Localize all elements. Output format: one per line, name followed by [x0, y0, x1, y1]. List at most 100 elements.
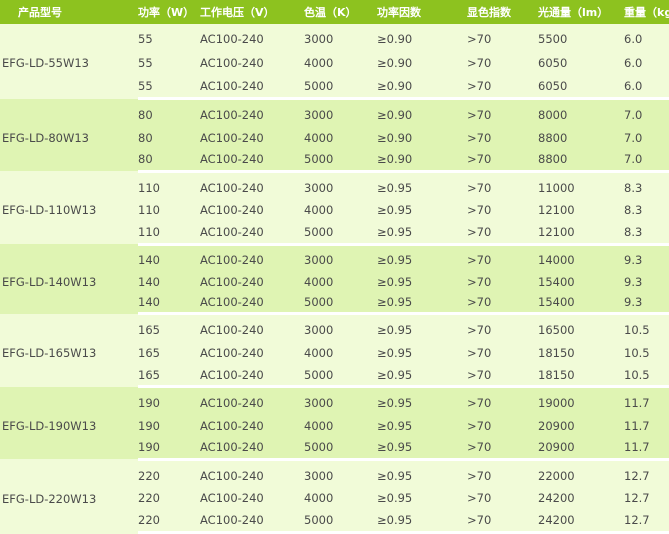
model-cell: EFG-LD-80W13	[0, 103, 138, 172]
voltage-cell: AC100-240	[200, 126, 304, 149]
cri-cell: >70	[467, 292, 538, 316]
voltage-cell: AC100-240	[200, 176, 304, 200]
power-cell: 165	[138, 341, 200, 364]
voltage-cell: AC100-240	[200, 27, 304, 52]
power-cell: 55	[138, 51, 200, 75]
cri-cell: >70	[467, 176, 538, 200]
power-cell: 220	[138, 464, 200, 488]
color-temp-cell: 4000	[304, 126, 377, 149]
power-cell: 190	[138, 436, 200, 461]
spec-table: 产品型号 功率（W） 工作电压（V） 色温（K） 功率因数 显色指数 光通量（l…	[0, 0, 669, 534]
weight-cell: 10.5	[624, 341, 669, 364]
header-color-temp: 色温（K）	[304, 0, 377, 24]
power-factor-cell: ≥0.95	[377, 292, 467, 316]
color-temp-cell: 4000	[304, 199, 377, 222]
voltage-cell: AC100-240	[200, 509, 304, 534]
voltage-cell: AC100-240	[200, 391, 304, 415]
power-factor-cell: ≥0.95	[377, 391, 467, 415]
weight-cell: 10.5	[624, 364, 669, 389]
cri-cell: >70	[467, 464, 538, 488]
cri-cell: >70	[467, 436, 538, 461]
cri-cell: >70	[467, 318, 538, 342]
luminous-flux-cell: 6050	[538, 74, 624, 101]
luminous-flux-cell: 16500	[538, 318, 624, 342]
table-body: EFG-LD-55W13 55 AC100-240 3000 ≥0.90 >70 5500 6…	[0, 24, 669, 534]
table-row: EFG-LD-165W13 165 AC100-240 3000 ≥0.95 >70 165…	[0, 318, 669, 387]
cri-cell: >70	[467, 487, 538, 510]
color-temp-cell: 5000	[304, 364, 377, 389]
voltage-cell: AC100-240	[200, 103, 304, 127]
voltage-cell: AC100-240	[200, 270, 304, 293]
voltage-cell: AC100-240	[200, 51, 304, 75]
cri-cell: >70	[467, 148, 538, 173]
power-factor-cell: ≥0.90	[377, 51, 467, 75]
weight-cell: 10.5	[624, 318, 669, 342]
power-factor-cell: ≥0.95	[377, 364, 467, 389]
power-cell: 80	[138, 148, 200, 173]
cri-cell: >70	[467, 249, 538, 271]
model-cell: EFG-LD-140W13	[0, 249, 138, 314]
voltage-cell: AC100-240	[200, 341, 304, 364]
voltage-cell: AC100-240	[200, 487, 304, 510]
power-cell: 140	[138, 249, 200, 271]
table-header: 产品型号 功率（W） 工作电压（V） 色温（K） 功率因数 显色指数 光通量（l…	[0, 0, 669, 24]
cri-cell: >70	[467, 270, 538, 293]
table-row: EFG-LD-220W13 220 AC100-240 3000 ≥0.95 >70 220…	[0, 464, 669, 533]
weight-cell: 7.0	[624, 126, 669, 149]
power-factor-cell: ≥0.95	[377, 464, 467, 488]
cri-cell: >70	[467, 391, 538, 415]
weight-cell: 6.0	[624, 27, 669, 52]
voltage-cell: AC100-240	[200, 364, 304, 389]
cri-cell: >70	[467, 509, 538, 534]
power-cell: 55	[138, 74, 200, 101]
cri-cell: >70	[467, 199, 538, 222]
color-temp-cell: 5000	[304, 436, 377, 461]
power-factor-cell: ≥0.95	[377, 487, 467, 510]
cri-cell: >70	[467, 51, 538, 75]
color-temp-cell: 3000	[304, 103, 377, 127]
luminous-flux-cell: 11000	[538, 176, 624, 200]
power-factor-cell: ≥0.95	[377, 199, 467, 222]
power-factor-cell: ≥0.95	[377, 176, 467, 200]
table-row: EFG-LD-55W13 55 AC100-240 3000 ≥0.90 >70 5500 6…	[0, 27, 669, 99]
voltage-cell: AC100-240	[200, 318, 304, 342]
power-cell: 80	[138, 103, 200, 127]
color-temp-cell: 3000	[304, 249, 377, 271]
power-factor-cell: ≥0.95	[377, 341, 467, 364]
power-cell: 190	[138, 414, 200, 437]
power-factor-cell: ≥0.90	[377, 103, 467, 127]
color-temp-cell: 4000	[304, 270, 377, 293]
luminous-flux-cell: 12100	[538, 221, 624, 246]
voltage-cell: AC100-240	[200, 199, 304, 222]
power-cell: 140	[138, 292, 200, 316]
color-temp-cell: 3000	[304, 176, 377, 200]
color-temp-cell: 5000	[304, 292, 377, 316]
header-power: 功率（W）	[138, 0, 200, 24]
power-factor-cell: ≥0.95	[377, 414, 467, 437]
voltage-cell: AC100-240	[200, 464, 304, 488]
color-temp-cell: 5000	[304, 148, 377, 173]
model-cell: EFG-LD-110W13	[0, 176, 138, 245]
luminous-flux-cell: 8800	[538, 126, 624, 149]
luminous-flux-cell: 8000	[538, 103, 624, 127]
header-weight: 重量（kg）	[624, 0, 669, 24]
cri-cell: >70	[467, 364, 538, 389]
weight-cell: 7.0	[624, 148, 669, 173]
luminous-flux-cell: 24200	[538, 509, 624, 534]
voltage-cell: AC100-240	[200, 436, 304, 461]
color-temp-cell: 5000	[304, 221, 377, 246]
weight-cell: 8.3	[624, 221, 669, 246]
luminous-flux-cell: 8800	[538, 148, 624, 173]
color-temp-cell: 3000	[304, 318, 377, 342]
header-cri: 显色指数	[467, 0, 538, 24]
color-temp-cell: 5000	[304, 74, 377, 101]
power-factor-cell: ≥0.90	[377, 74, 467, 101]
power-factor-cell: ≥0.90	[377, 27, 467, 52]
luminous-flux-cell: 22000	[538, 464, 624, 488]
header-model: 产品型号	[0, 0, 138, 24]
model-cell: EFG-LD-165W13	[0, 318, 138, 387]
voltage-cell: AC100-240	[200, 74, 304, 101]
color-temp-cell: 5000	[304, 509, 377, 534]
power-cell: 110	[138, 221, 200, 246]
model-cell: EFG-LD-220W13	[0, 464, 138, 533]
